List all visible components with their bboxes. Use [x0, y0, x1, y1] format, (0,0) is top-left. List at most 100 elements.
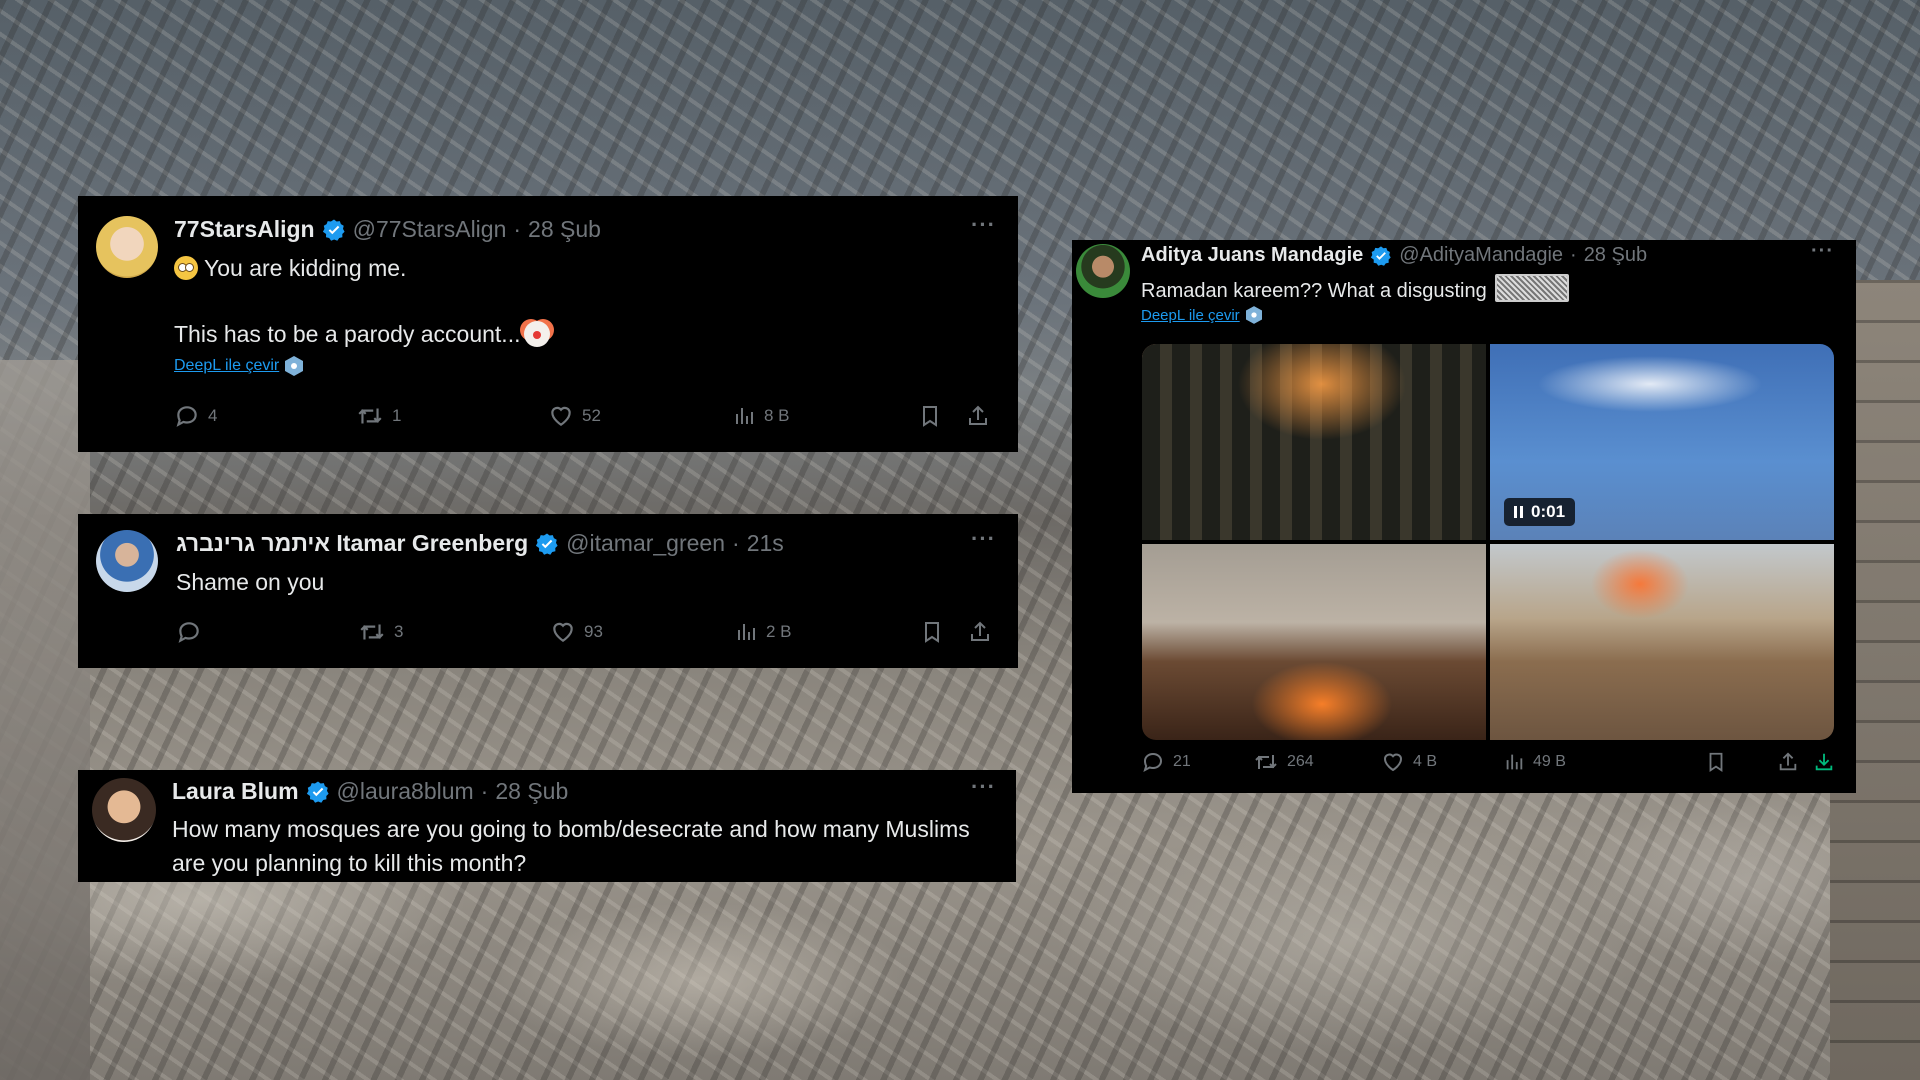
translate-link[interactable]: DeepL ile çevir: [1141, 306, 1262, 324]
like-count: 93: [584, 622, 603, 641]
retweet-icon: [358, 408, 382, 424]
bookmark-button[interactable]: [1705, 750, 1727, 774]
views-button[interactable]: 49 B: [1503, 750, 1566, 774]
avatar[interactable]: [96, 530, 158, 592]
handle[interactable]: @laura8blum: [337, 778, 474, 805]
more-icon[interactable]: ···: [1811, 240, 1834, 263]
retweet-button[interactable]: 264: [1253, 750, 1314, 774]
views-icon: [736, 408, 753, 424]
media-video[interactable]: 0:01: [1490, 344, 1834, 540]
like-button[interactable]: 52: [548, 403, 601, 429]
share-button[interactable]: [966, 403, 990, 429]
media-image-burning-mosque[interactable]: [1142, 544, 1486, 740]
media-image-soldiers-in-mosque[interactable]: [1142, 344, 1486, 540]
background-ruin-left: [0, 360, 90, 1080]
reply-count: 21: [1173, 753, 1191, 770]
timestamp[interactable]: 21s: [747, 530, 784, 557]
more-icon[interactable]: ···: [971, 212, 996, 238]
media-image-burning-building[interactable]: [1490, 544, 1834, 740]
avatar[interactable]: [92, 778, 156, 842]
retweet-count: 1: [392, 406, 402, 425]
view-count: 49 B: [1533, 753, 1566, 770]
retweet-button[interactable]: 3: [358, 619, 403, 645]
like-button[interactable]: 4 B: [1381, 750, 1437, 774]
tweet-text: How many mosques are you going to bomb/d…: [172, 816, 970, 876]
bookmark-button[interactable]: [920, 619, 944, 645]
share-button[interactable]: [1777, 750, 1799, 774]
tweet-text: Shame on you: [176, 569, 325, 595]
verified-badge-icon: [535, 532, 559, 556]
reply-button[interactable]: [176, 619, 210, 645]
share-icon: [971, 621, 989, 641]
avatar[interactable]: [96, 216, 158, 278]
reply-icon: [1143, 752, 1163, 773]
handle[interactable]: @itamar_green: [566, 530, 725, 557]
share-icon: [969, 405, 987, 425]
like-icon: [553, 622, 573, 642]
clown-face-emoji: [524, 321, 551, 347]
reply-button[interactable]: 4: [174, 403, 217, 429]
flushed-face-emoji: [174, 256, 198, 280]
tweet-card-laura[interactable]: Laura Blum @laura8blum · 28 Şub ··· How …: [78, 770, 1016, 882]
retweet-count: 264: [1287, 753, 1314, 770]
views-icon: [1506, 754, 1523, 770]
media-grid[interactable]: 0:01: [1142, 344, 1834, 740]
view-count: 2 B: [766, 622, 792, 641]
views-icon: [738, 624, 755, 640]
retweet-icon: [1255, 755, 1277, 769]
separator: ·: [480, 778, 489, 804]
like-icon: [551, 406, 571, 426]
view-count: 8 B: [764, 406, 790, 425]
like-icon: [1383, 753, 1403, 772]
tweet-text: Ramadan kareem?? What a disgusting: [1141, 274, 1569, 305]
download-button[interactable]: [1813, 750, 1835, 774]
tweet-card-itamar[interactable]: איתמר גרינברג Itamar Greenberg @itamar_g…: [78, 514, 1018, 668]
tweet-text-line-1: You are kidding me.: [174, 252, 406, 284]
retweet-button[interactable]: 1: [356, 403, 401, 429]
handle[interactable]: @77StarsAlign: [353, 216, 507, 243]
verified-badge-icon: [306, 780, 330, 804]
reply-icon: [176, 406, 197, 427]
share-icon: [1779, 752, 1797, 771]
separator: ·: [1570, 244, 1577, 266]
avatar[interactable]: [1076, 244, 1130, 298]
reply-button[interactable]: 21: [1141, 750, 1191, 774]
views-button[interactable]: 2 B: [734, 619, 792, 645]
views-button[interactable]: 8 B: [732, 403, 790, 429]
like-count: 4 B: [1413, 753, 1438, 770]
retweet-count: 3: [394, 622, 404, 641]
reply-icon: [178, 622, 199, 643]
display-name[interactable]: איתמר גרינברג Itamar Greenberg: [176, 530, 528, 557]
like-count: 52: [582, 406, 601, 425]
display-name[interactable]: Aditya Juans Mandagie: [1141, 244, 1363, 267]
deepl-icon: [285, 356, 304, 376]
more-icon[interactable]: ···: [971, 526, 996, 552]
verified-badge-icon: [322, 218, 346, 242]
pause-icon[interactable]: [1514, 506, 1523, 518]
display-name[interactable]: Laura Blum: [172, 778, 299, 805]
timestamp[interactable]: 28 Şub: [495, 778, 568, 805]
display-name[interactable]: 77StarsAlign: [174, 216, 315, 243]
reply-count: 4: [208, 406, 218, 425]
tweet-text-line-2: This has to be a parody account...: [174, 318, 551, 350]
bookmark-icon: [1709, 752, 1723, 772]
more-icon[interactable]: ···: [971, 774, 996, 800]
tweet-card-aditya[interactable]: Aditya Juans Mandagie @AdityaMandagie · …: [1072, 240, 1856, 793]
separator: ·: [732, 530, 740, 556]
share-button[interactable]: [968, 619, 992, 645]
deepl-icon: [1245, 306, 1262, 324]
bookmark-icon: [925, 622, 939, 643]
bookmark-icon: [923, 406, 937, 427]
handle[interactable]: @AdityaMandagie: [1399, 244, 1563, 267]
like-button[interactable]: 93: [550, 619, 603, 645]
separator: ·: [513, 216, 522, 242]
translate-link[interactable]: DeepL ile çevir: [174, 356, 304, 376]
video-timer[interactable]: 0:01: [1504, 498, 1576, 526]
timestamp[interactable]: 28 Şub: [1584, 244, 1647, 267]
timestamp[interactable]: 28 Şub: [528, 216, 601, 243]
bookmark-button[interactable]: [918, 403, 942, 429]
download-icon: [1815, 753, 1833, 771]
verified-badge-icon: [1370, 245, 1392, 267]
retweet-icon: [360, 624, 384, 640]
tweet-card-77starsalign[interactable]: 77StarsAlign @77StarsAlign · 28 Şub ··· …: [78, 196, 1018, 452]
